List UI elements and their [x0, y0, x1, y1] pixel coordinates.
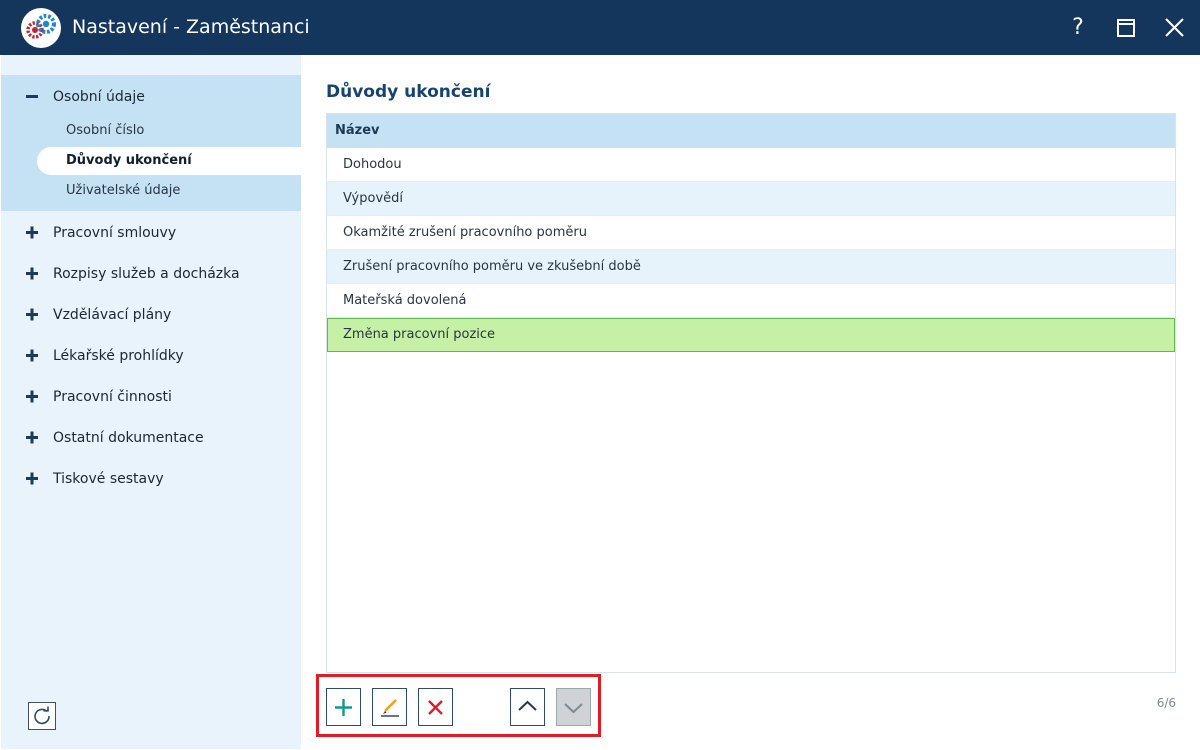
sidebar-group-label: Pracovní činnosti [53, 389, 172, 405]
chevron-down-icon [564, 703, 583, 714]
close-icon [1165, 18, 1184, 37]
page-counter: 6/6 [1156, 696, 1176, 710]
table-cell: Mateřská dovolená [343, 293, 467, 308]
sidebar: Osobní údaje Osobní číslo Důvody ukončen… [1, 55, 301, 749]
table-row-selected[interactable]: Změna pracovní pozice [327, 318, 1175, 352]
sidebar-item-label: Osobní číslo [66, 123, 145, 138]
sidebar-group-label: Osobní údaje [53, 89, 145, 105]
sidebar-group-label: Ostatní dokumentace [53, 430, 204, 446]
sidebar-item-label: Důvody ukončení [66, 153, 192, 168]
plus-icon [26, 431, 38, 444]
table-cell: Výpovědí [343, 191, 403, 206]
table-cell: Změna pracovní pozice [343, 327, 496, 342]
sidebar-group-vzdelavaci-plany[interactable]: Vzdělávací plány [1, 294, 301, 334]
delete-button[interactable] [418, 688, 453, 726]
move-down-button[interactable] [556, 688, 591, 726]
plus-icon [26, 349, 38, 362]
table-cell: Okamžité zrušení pracovního poměru [343, 225, 587, 240]
pencil-icon [381, 699, 399, 717]
sidebar-group-label: Rozpisy služeb a docházka [53, 266, 240, 282]
refresh-button[interactable] [28, 702, 56, 730]
plus-icon [26, 390, 38, 403]
minus-icon [26, 95, 38, 98]
sidebar-group-lekarske-prohlidky[interactable]: Lékařské prohlídky [1, 335, 301, 375]
reasons-table: Název Dohodou Výpovědí Okamžité zrušení … [326, 113, 1176, 673]
plus-icon [26, 267, 38, 280]
sidebar-group-label: Vzdělávací plány [53, 307, 172, 323]
table-cell: Zrušení pracovního poměru ve zkušební do… [343, 259, 641, 274]
table-header[interactable]: Název [327, 114, 1175, 148]
table-row[interactable]: Mateřská dovolená [327, 284, 1175, 318]
sidebar-group-pracovni-cinnosti[interactable]: Pracovní činnosti [1, 376, 301, 416]
sidebar-item-label: Uživatelské údaje [66, 183, 181, 198]
move-up-button[interactable] [510, 688, 545, 726]
table-row[interactable]: Dohodou [327, 148, 1175, 182]
sidebar-group-pracovni-smlouvy[interactable]: Pracovní smlouvy [1, 212, 301, 252]
table-row[interactable]: Zrušení pracovního poměru ve zkušební do… [327, 250, 1175, 284]
add-button[interactable] [326, 688, 361, 726]
table-row[interactable]: Výpovědí [327, 182, 1175, 216]
close-button[interactable] [1157, 12, 1191, 44]
chevron-up-icon [518, 700, 537, 711]
plus-icon [26, 226, 38, 239]
delete-x-icon [428, 700, 443, 715]
page-title: Důvody ukončení [326, 82, 491, 102]
sidebar-item-uzivatelske-udaje[interactable]: Uživatelské údaje [37, 177, 301, 205]
plus-icon [26, 472, 38, 485]
title-bar: Nastavení - Zaměstnanci ? [0, 0, 1200, 55]
sidebar-group-label: Tiskové sestavy [53, 471, 164, 487]
plus-icon [26, 308, 38, 321]
sidebar-group-tiskove-sestavy[interactable]: Tiskové sestavy [1, 458, 301, 498]
sidebar-group-label: Pracovní smlouvy [53, 225, 177, 241]
sidebar-group-label: Lékařské prohlídky [53, 348, 184, 364]
window-title: Nastavení - Zaměstnanci [72, 16, 310, 38]
refresh-icon [34, 706, 50, 725]
column-header-nazev: Název [335, 123, 380, 138]
gears-logo-icon [21, 8, 61, 48]
sidebar-group-ostatni-dokumentace[interactable]: Ostatní dokumentace [1, 417, 301, 457]
sidebar-group-rozpisy-sluzeb[interactable]: Rozpisy služeb a docházka [1, 253, 301, 293]
maximize-button[interactable] [1109, 12, 1143, 44]
table-cell: Dohodou [343, 157, 402, 172]
edit-button[interactable] [372, 688, 407, 726]
sidebar-item-osobni-cislo[interactable]: Osobní číslo [37, 117, 301, 145]
help-button[interactable]: ? [1061, 12, 1095, 44]
maximize-icon [1117, 19, 1135, 37]
sidebar-item-duvody-ukonceni[interactable]: Důvody ukončení [37, 147, 301, 175]
plus-icon [335, 699, 352, 716]
table-row[interactable]: Okamžité zrušení pracovního poměru [327, 216, 1175, 250]
sidebar-group-osobni-udaje[interactable]: Osobní údaje [1, 76, 301, 116]
